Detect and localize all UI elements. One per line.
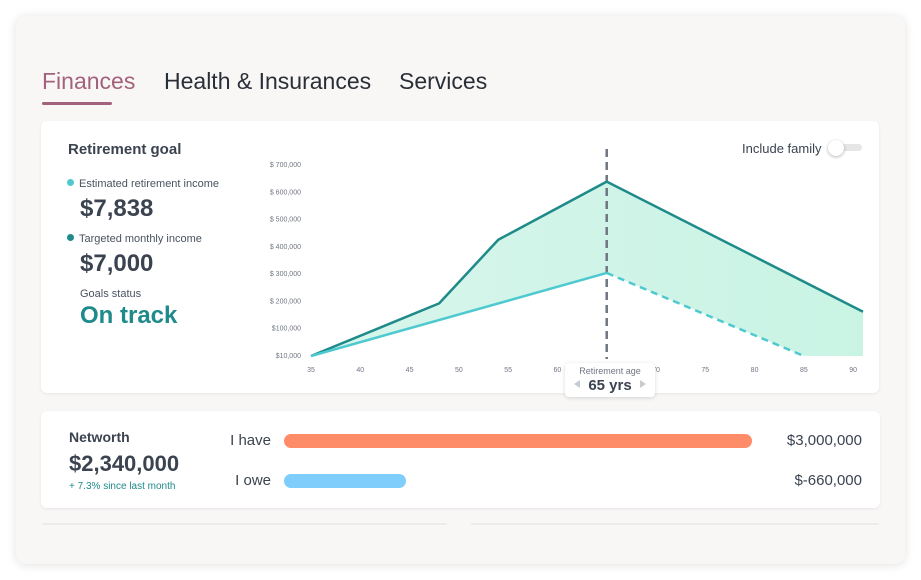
x-tick-label: 35	[307, 367, 315, 374]
y-tick-label: $10,000	[276, 353, 301, 360]
i-have-bar-track	[284, 434, 752, 448]
networth-card: Networth $2,340,000 + 7.3% since last mo…	[41, 411, 880, 508]
y-tick-label: $100,000	[272, 326, 301, 333]
active-tab-underline	[42, 102, 112, 105]
i-have-bar	[284, 434, 752, 448]
x-tick-label: 60	[554, 367, 562, 374]
x-tick-label: 40	[356, 367, 364, 374]
tab-services-label: Services	[399, 68, 488, 94]
i-have-label: I have	[230, 432, 271, 449]
x-tick-label: 75	[701, 367, 709, 374]
x-tick-label: 50	[455, 367, 463, 374]
i-have-amount: $3,000,000	[786, 432, 862, 449]
y-tick-label: $ 500,000	[270, 217, 301, 224]
divider	[471, 523, 879, 525]
tab-finances-label: Finances	[42, 68, 136, 94]
divider	[42, 523, 447, 525]
i-owe-label: I owe	[235, 472, 271, 489]
i-owe-amount: $-660,000	[794, 472, 862, 489]
x-tick-label: 90	[849, 367, 857, 374]
networth-value: $2,340,000	[69, 451, 180, 476]
i-owe-bar-track	[284, 474, 752, 488]
tab-health-insurances[interactable]: Health & Insurances	[164, 68, 371, 95]
retirement-age-selector[interactable]: Retirement age 65 yrs	[565, 363, 655, 397]
x-tick-label: 55	[504, 367, 512, 374]
tab-health-insurances-label: Health & Insurances	[164, 68, 372, 94]
networth-change: + 7.3% since last month	[69, 481, 176, 492]
networth-title: Networth	[69, 429, 130, 445]
app-frame: Finances Health & Insurances Services Re…	[16, 16, 905, 564]
tab-services[interactable]: Services	[399, 68, 487, 95]
retirement-age-label: Retirement age	[579, 366, 641, 376]
x-tick-label: 85	[800, 367, 808, 374]
y-tick-label: $ 700,000	[270, 162, 301, 169]
y-tick-label: $ 200,000	[270, 298, 301, 305]
retirement-goal-card: Retirement goal Estimated retirement inc…	[41, 121, 879, 397]
retirement-chart: $ 700,000 $ 600,000 $ 500,000 $ 400,000 $ 30…	[270, 149, 864, 374]
i-owe-bar	[284, 474, 406, 488]
y-tick-label: $ 300,000	[270, 271, 301, 278]
retirement-age-increase-icon[interactable]	[640, 380, 646, 388]
x-tick-label: 45	[406, 367, 414, 374]
y-tick-label: $ 600,000	[270, 189, 301, 196]
tab-finances[interactable]: Finances	[42, 68, 136, 105]
y-tick-label: $ 400,000	[270, 244, 301, 251]
x-tick-label: 80	[751, 367, 759, 374]
